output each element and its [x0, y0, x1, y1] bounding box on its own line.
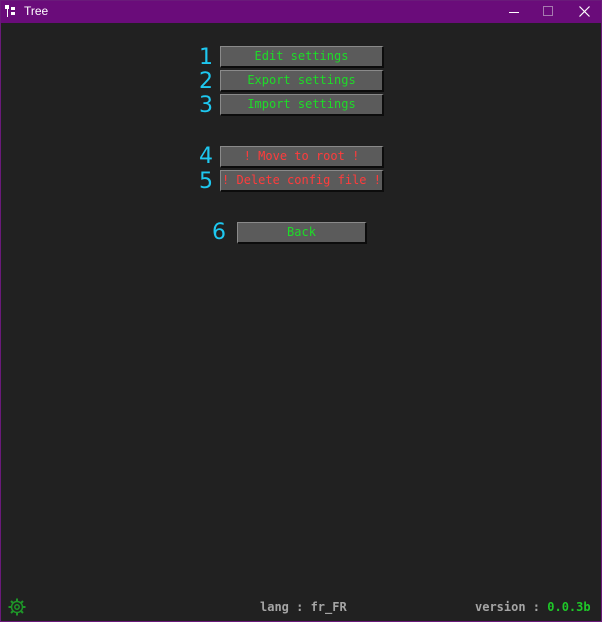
- minimize-icon: [509, 12, 519, 13]
- edit-settings-button[interactable]: Edit settings: [220, 46, 384, 68]
- menu-number-5: 5: [199, 169, 213, 194]
- menu-number-1: 1: [199, 45, 213, 70]
- delete-config-file-button[interactable]: ! Delete config file !: [220, 170, 384, 192]
- close-button[interactable]: [567, 1, 601, 23]
- move-to-root-button[interactable]: ! Move to root !: [220, 146, 384, 168]
- version-value: 0.0.3b: [547, 600, 591, 614]
- menu-number-6: 6: [212, 220, 226, 245]
- gear-icon[interactable]: [7, 597, 27, 617]
- minimize-button[interactable]: [497, 1, 531, 23]
- maximize-icon: [543, 6, 553, 16]
- menu-number-2: 2: [199, 69, 213, 94]
- export-settings-button[interactable]: Export settings: [220, 70, 384, 92]
- app-window: Tree 1 Edit settings 2 Export settings 3…: [0, 0, 602, 622]
- tree-icon: [5, 5, 19, 19]
- menu-number-4: 4: [199, 144, 213, 169]
- back-button[interactable]: Back: [237, 222, 367, 244]
- version-indicator: version : 0.0.3b: [475, 600, 591, 614]
- version-label: version :: [475, 600, 548, 614]
- lang-value: fr_FR: [310, 600, 347, 614]
- menu-number-3: 3: [199, 93, 213, 118]
- close-icon: [579, 6, 590, 17]
- lang-label: lang :: [260, 600, 311, 614]
- language-indicator: lang : fr_FR: [260, 600, 347, 614]
- import-settings-button[interactable]: Import settings: [220, 94, 384, 116]
- maximize-button[interactable]: [531, 1, 565, 23]
- title-bar[interactable]: Tree: [1, 1, 601, 23]
- window-title: Tree: [24, 4, 49, 18]
